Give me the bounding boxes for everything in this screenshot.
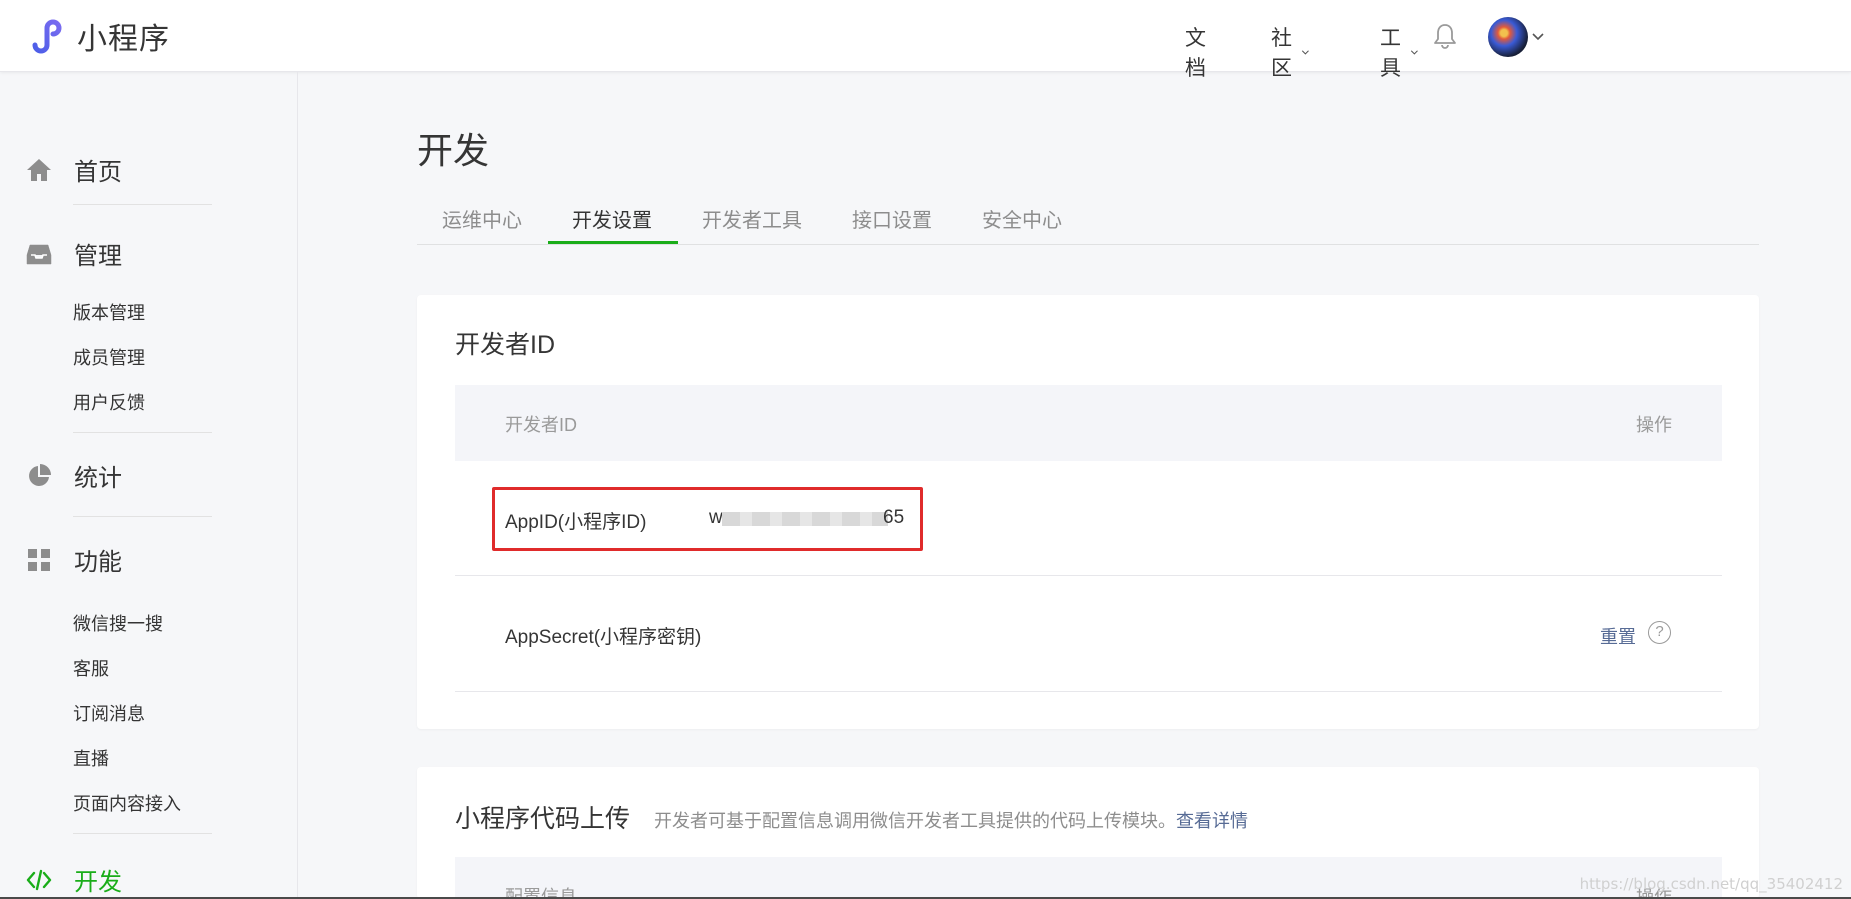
watermark: https://blog.csdn.net/qq_35402412 xyxy=(1579,875,1843,893)
card-title-row: 小程序代码上传 开发者可基于配置信息调用微信开发者工具提供的代码上传模块。 查看… xyxy=(455,799,1248,835)
reset-secret-link[interactable]: 重置 xyxy=(1600,623,1636,649)
sidebar-item-manage[interactable]: 管理 xyxy=(26,236,122,271)
sidebar-item-label: 首页 xyxy=(74,159,122,186)
active-tab-indicator xyxy=(548,241,678,244)
chevron-down-icon[interactable] xyxy=(1531,29,1545,43)
sidebar-item-label: 开发 xyxy=(74,869,122,896)
appid-label: AppID(小程序ID) xyxy=(505,512,647,533)
column-header-name: 开发者ID xyxy=(505,415,577,435)
sidebar: 首页 管理 版本管理 成员管理 用户反馈 统计 功能 微信搜一搜 客服 订阅消息… xyxy=(0,72,298,899)
view-details-link[interactable]: 查看详情 xyxy=(1176,807,1248,833)
sidebar-subitem-search[interactable]: 微信搜一搜 xyxy=(73,610,163,636)
sidebar-item-label: 功能 xyxy=(74,549,122,576)
sidebar-subitem-live[interactable]: 直播 xyxy=(73,745,109,771)
sidebar-item-home[interactable]: 首页 xyxy=(26,152,122,187)
brand[interactable]: 小程序 xyxy=(26,14,170,58)
appid-value-suffix: 65 xyxy=(883,507,905,528)
sidebar-subitem-page-content[interactable]: 页面内容接入 xyxy=(73,790,181,816)
nav-community[interactable]: 社区 xyxy=(1271,22,1310,82)
sidebar-subitem-feedback[interactable]: 用户反馈 xyxy=(73,389,145,415)
inbox-icon xyxy=(26,244,52,264)
tab-security-center[interactable]: 安全中心 xyxy=(982,204,1062,233)
row-divider xyxy=(455,575,1722,576)
sidebar-subitem-members[interactable]: 成员管理 xyxy=(73,344,145,370)
divider xyxy=(73,833,212,834)
nav-docs-label: 文档 xyxy=(1185,27,1206,80)
table-header: 开发者ID 操作 xyxy=(455,385,1722,461)
developer-id-card: 开发者ID 开发者ID 操作 AppID(小程序ID) w 65 AppSecr… xyxy=(417,295,1759,729)
tab-ops-center[interactable]: 运维中心 xyxy=(442,204,522,233)
user-avatar[interactable] xyxy=(1488,17,1528,57)
top-bar: 小程序 文档 社区 工具 xyxy=(0,0,1851,80)
page-title: 开发 xyxy=(417,130,490,171)
nav-community-label: 社区 xyxy=(1271,27,1292,80)
table-header: 配置信息 操作 xyxy=(455,857,1722,899)
help-icon[interactable]: ? xyxy=(1648,621,1671,644)
card-title: 小程序代码上传 xyxy=(455,805,631,833)
chevron-down-icon xyxy=(1411,50,1419,55)
card-title: 开发者ID xyxy=(455,331,556,359)
tab-bar: 运维中心 开发设置 开发者工具 接口设置 安全中心 xyxy=(417,193,1759,245)
appid-masked xyxy=(722,512,888,526)
divider xyxy=(73,204,212,205)
sidebar-item-label: 管理 xyxy=(74,243,122,270)
appsecret-label: AppSecret(小程序密钥) xyxy=(505,627,702,648)
tab-dev-tools[interactable]: 开发者工具 xyxy=(702,204,802,233)
card-description: 开发者可基于配置信息调用微信开发者工具提供的代码上传模块。 xyxy=(654,811,1177,831)
nav-tools[interactable]: 工具 xyxy=(1380,22,1419,82)
bell-icon[interactable] xyxy=(1432,22,1458,50)
chevron-down-icon xyxy=(1302,50,1310,55)
home-icon xyxy=(27,158,51,181)
nav-docs[interactable]: 文档 xyxy=(1185,22,1206,82)
sidebar-item-features[interactable]: 功能 xyxy=(26,542,122,577)
column-header-action: 操作 xyxy=(1636,415,1672,435)
row-divider xyxy=(455,691,1722,692)
sidebar-subitem-version[interactable]: 版本管理 xyxy=(73,299,145,325)
sidebar-subitem-customer-service[interactable]: 客服 xyxy=(73,655,109,681)
nav-tools-label: 工具 xyxy=(1380,27,1401,80)
appid-value-prefix: w xyxy=(709,507,723,528)
divider xyxy=(73,432,212,433)
code-upload-card: 小程序代码上传 开发者可基于配置信息调用微信开发者工具提供的代码上传模块。 查看… xyxy=(417,767,1759,899)
sidebar-item-develop[interactable]: 开发 xyxy=(26,862,122,897)
divider xyxy=(73,516,212,517)
miniprogram-logo-icon xyxy=(32,19,62,54)
sidebar-item-stats[interactable]: 统计 xyxy=(26,458,122,493)
sidebar-subitem-subscribe[interactable]: 订阅消息 xyxy=(73,700,145,726)
brand-name: 小程序 xyxy=(77,23,170,56)
grid-icon xyxy=(28,548,50,571)
code-icon xyxy=(26,869,52,890)
tab-dev-settings[interactable]: 开发设置 xyxy=(572,204,652,233)
pie-chart-icon xyxy=(29,463,51,486)
sidebar-item-label: 统计 xyxy=(74,465,122,492)
tab-api-settings[interactable]: 接口设置 xyxy=(852,204,932,233)
